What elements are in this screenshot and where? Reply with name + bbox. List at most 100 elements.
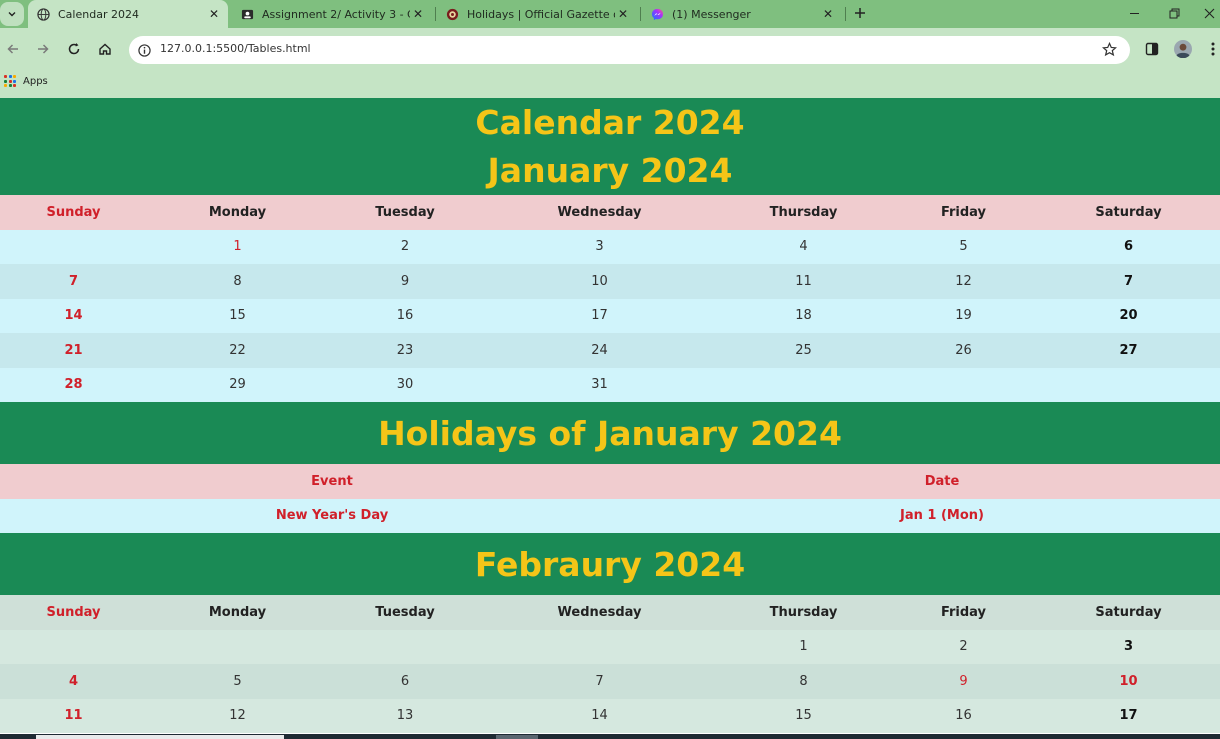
profile-avatar[interactable] bbox=[1173, 39, 1193, 59]
weekday-monday: Monday bbox=[208, 204, 267, 220]
day-cell: 31 bbox=[591, 377, 608, 393]
weekday-header-row: Sunday Monday Tuesday Wednesday Thursday Frid… bbox=[0, 195, 1220, 230]
holidays-table: Event Date New Year's Day Jan 1 (Mon) bbox=[0, 464, 1220, 533]
weekday-tuesday: Tuesday bbox=[375, 604, 435, 620]
tab-holidays[interactable]: Holidays | Official Gazette of the ✕ bbox=[437, 0, 637, 28]
tab-divider bbox=[435, 7, 436, 21]
forward-button[interactable] bbox=[32, 38, 54, 60]
url-text[interactable]: 127.0.0.1:5500/Tables.html bbox=[160, 41, 311, 57]
day-cell: 12 bbox=[229, 708, 246, 724]
week-row: 14 15 16 17 18 19 20 bbox=[0, 298, 1220, 333]
day-cell: 4 bbox=[68, 673, 79, 689]
bookmark-apps[interactable]: Apps bbox=[4, 73, 48, 89]
day-cell: 17 bbox=[591, 308, 608, 324]
tab-title: Assignment 2/ Activity 3 - Calen bbox=[262, 7, 410, 21]
new-tab-button[interactable] bbox=[850, 3, 870, 23]
page-viewport: Calendar 2024 January 2024 Sunday Monday T… bbox=[0, 98, 1220, 739]
day-cell: 22 bbox=[229, 342, 246, 358]
day-cell: 11 bbox=[795, 273, 812, 289]
scrollbar-thumb[interactable] bbox=[36, 735, 284, 739]
day-cell: 20 bbox=[1119, 308, 1138, 324]
day-cell: 3 bbox=[1123, 639, 1134, 655]
close-icon[interactable]: ✕ bbox=[820, 6, 836, 22]
chevron-down-icon bbox=[8, 12, 16, 17]
day-cell: 7 bbox=[68, 273, 79, 289]
day-cell: 14 bbox=[64, 308, 83, 324]
tab-title: (1) Messenger bbox=[672, 7, 751, 21]
restore-icon bbox=[1169, 8, 1179, 18]
day-cell: 19 bbox=[955, 308, 972, 324]
day-cell: 1 bbox=[233, 239, 242, 255]
day-cell: 14 bbox=[591, 708, 608, 724]
close-window-button[interactable] bbox=[1198, 3, 1220, 23]
holidays-heading: Holidays of January 2024 bbox=[378, 413, 842, 453]
site-info-icon[interactable] bbox=[136, 42, 152, 58]
tab-calendar[interactable]: Calendar 2024 ✕ bbox=[28, 0, 228, 28]
minimize-button[interactable] bbox=[1123, 3, 1145, 23]
day-cell bbox=[147, 630, 328, 665]
gazette-seal-icon bbox=[445, 7, 459, 21]
day-cell: 29 bbox=[229, 377, 246, 393]
day-cell: 12 bbox=[955, 273, 972, 289]
week-row: 1 2 3 bbox=[0, 629, 1220, 665]
reload-button[interactable] bbox=[63, 38, 85, 60]
bookmark-star-icon[interactable] bbox=[1100, 40, 1118, 58]
close-icon[interactable]: ✕ bbox=[206, 6, 222, 22]
day-cell: 3 bbox=[595, 239, 604, 255]
day-cell: 15 bbox=[795, 708, 812, 724]
week-row: 1 2 3 4 5 6 bbox=[0, 229, 1220, 264]
tab-search-button[interactable] bbox=[0, 2, 24, 26]
minimize-icon bbox=[1129, 12, 1139, 14]
weekday-wednesday: Wednesday bbox=[557, 604, 642, 620]
day-cell: 30 bbox=[396, 377, 414, 393]
day-cell: 21 bbox=[64, 342, 83, 358]
day-cell: 9 bbox=[400, 273, 410, 289]
plus-icon bbox=[855, 8, 865, 18]
tab-messenger[interactable]: (1) Messenger ✕ bbox=[642, 0, 842, 28]
close-icon[interactable]: ✕ bbox=[615, 6, 631, 22]
weekday-monday: Monday bbox=[208, 604, 267, 620]
apps-grid-icon bbox=[4, 75, 16, 87]
kebab-menu-icon bbox=[1211, 42, 1215, 56]
browser-menu-button[interactable] bbox=[1203, 39, 1220, 59]
day-cell: 8 bbox=[799, 673, 808, 689]
weekday-sunday: Sunday bbox=[46, 604, 101, 620]
day-cell: 24 bbox=[591, 342, 608, 358]
classroom-icon bbox=[240, 7, 254, 21]
restore-button[interactable] bbox=[1163, 3, 1185, 23]
messenger-icon bbox=[650, 7, 664, 21]
day-cell: 9 bbox=[959, 673, 968, 689]
weekday-friday: Friday bbox=[940, 604, 987, 620]
day-cell: 26 bbox=[955, 342, 972, 358]
week-row: 4 5 6 7 8 9 10 bbox=[0, 664, 1220, 699]
tab-assignment[interactable]: Assignment 2/ Activity 3 - Calen ✕ bbox=[232, 0, 432, 28]
day-cell bbox=[328, 630, 482, 665]
day-cell: 1 bbox=[799, 639, 808, 655]
weekday-wednesday: Wednesday bbox=[557, 204, 642, 220]
day-cell bbox=[717, 368, 890, 403]
day-cell: 8 bbox=[233, 273, 242, 289]
day-cell: 4 bbox=[799, 239, 808, 255]
day-cell: 10 bbox=[591, 273, 608, 289]
event-column-header: Event bbox=[311, 473, 353, 489]
weekday-saturday: Saturday bbox=[1095, 604, 1162, 620]
week-row: 28 29 30 31 bbox=[0, 367, 1220, 403]
day-cell: 5 bbox=[959, 239, 968, 255]
day-cell: 23 bbox=[396, 342, 414, 358]
holiday-date: Jan 1 (Mon) bbox=[900, 508, 984, 524]
close-icon[interactable]: ✕ bbox=[410, 6, 426, 22]
table-row: New Year's Day Jan 1 (Mon) bbox=[0, 498, 1220, 533]
side-panel-button[interactable] bbox=[1142, 39, 1162, 59]
bookmark-label: Apps bbox=[23, 75, 48, 87]
day-cell: 7 bbox=[1123, 273, 1134, 289]
day-cell: 15 bbox=[229, 308, 246, 324]
week-row: 21 22 23 24 25 26 27 bbox=[0, 333, 1220, 368]
day-cell: 27 bbox=[1119, 342, 1138, 358]
day-cell bbox=[0, 630, 147, 665]
home-button[interactable] bbox=[94, 38, 116, 60]
january-table: Sunday Monday Tuesday Wednesday Thursday Frid… bbox=[0, 195, 1220, 402]
day-cell: 25 bbox=[795, 342, 812, 358]
back-button[interactable] bbox=[2, 38, 24, 60]
day-cell: 2 bbox=[400, 239, 410, 255]
day-cell: 6 bbox=[400, 673, 410, 689]
